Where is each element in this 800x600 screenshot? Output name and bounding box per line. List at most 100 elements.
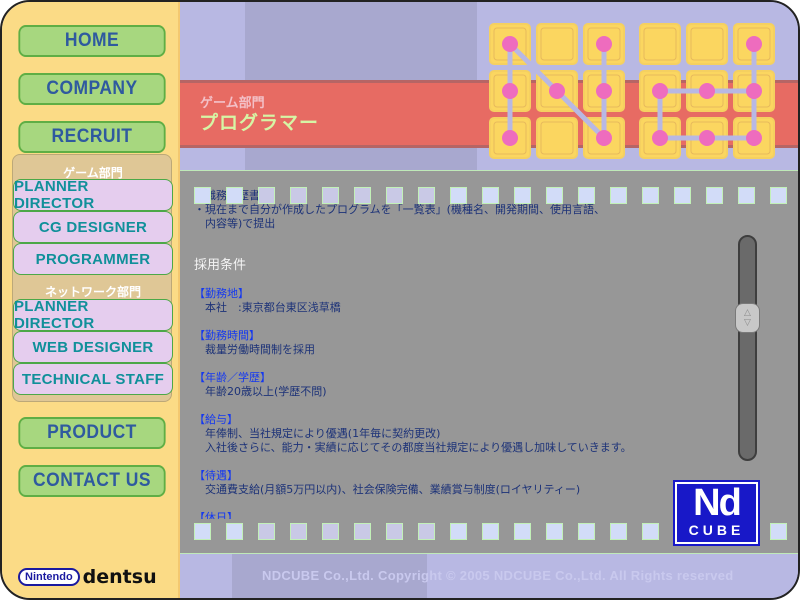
recruit-details-scroll-area[interactable]: ・職務経歴書・現在まで自分が作成したプログラムを「一覧表」(機種名、開発期間、使… <box>194 189 724 519</box>
film-perforation <box>546 523 563 540</box>
content-line <box>194 357 724 371</box>
game-cg-designer-button[interactable]: CG DESIGNER <box>13 211 173 243</box>
content-line: ・現在まで自分が作成したプログラムを「一覧表」(機種名、開発期間、使用言語、 <box>194 203 605 216</box>
section-heading: 【年齢／学歴】 <box>194 371 271 384</box>
film-perforation <box>354 187 371 204</box>
film-perforation <box>770 523 787 540</box>
nav-product-button[interactable]: PRODUCT <box>18 417 166 449</box>
film-perforation <box>290 523 307 540</box>
recruit-submenu: ゲーム部門 PLANNER DIRECTOR CG DESIGNER PROGR… <box>12 154 173 402</box>
logo-cell <box>686 23 728 65</box>
film-perforation <box>354 523 371 540</box>
film-perforation <box>322 523 339 540</box>
nintendo-logo[interactable]: Nintendo <box>18 568 80 586</box>
logo-dot <box>502 130 518 146</box>
section-heading: 【給与】 <box>194 413 238 426</box>
arrow-down-icon: ▽ <box>744 318 751 328</box>
page-frame: HOME COMPANY RECRUIT ゲーム部門 PLANNER DIREC… <box>0 0 800 600</box>
content-line: 年俸制、当社規定により優遇(1年毎に契約更改) <box>194 427 441 440</box>
film-perforation <box>610 187 627 204</box>
logo-dot <box>502 83 518 99</box>
logo-dot <box>652 83 668 99</box>
logo-dot <box>699 83 715 99</box>
content-line <box>194 497 724 511</box>
film-perforation <box>482 187 499 204</box>
film-perforation <box>770 187 787 204</box>
sidebar: HOME COMPANY RECRUIT ゲーム部門 PLANNER DIREC… <box>2 2 180 598</box>
nav-company-button[interactable]: COMPANY <box>18 73 166 105</box>
page-title: プログラマー <box>199 112 320 134</box>
content-line: 交通費支給(月額5万円以内)、社会保険完備、業績賞与制度(ロイヤリティー) <box>194 483 581 496</box>
film-perforation <box>610 523 627 540</box>
game-programmer-button[interactable]: PROGRAMMER <box>13 243 173 275</box>
logo-dot <box>746 130 762 146</box>
content-line: 内容等)で提出 <box>194 217 276 230</box>
nd-dot-grid-logo-icon <box>489 23 775 159</box>
section-heading: 【休日】 <box>194 511 238 519</box>
content-line <box>194 455 724 469</box>
nav-recruit-button[interactable]: RECRUIT <box>18 121 166 153</box>
film-perforation <box>674 187 691 204</box>
film-perforation <box>642 187 659 204</box>
film-perforation <box>546 187 563 204</box>
ndcube-logo-nd: Nd <box>693 482 742 524</box>
ndcube-logo-cube: CUBE <box>688 522 745 538</box>
film-perforation <box>578 523 595 540</box>
film-perforation <box>706 187 723 204</box>
logo-cell <box>536 23 578 65</box>
film-perforation <box>386 187 403 204</box>
network-web-designer-button[interactable]: WEB DESIGNER <box>13 331 173 363</box>
content-panel: ・職務経歴書・現在まで自分が作成したプログラムを「一覧表」(機種名、開発期間、使… <box>180 170 798 554</box>
film-perforation <box>418 523 435 540</box>
logo-dot <box>596 36 612 52</box>
film-perforation <box>258 187 275 204</box>
logo-dot <box>652 130 668 146</box>
network-technical-staff-button[interactable]: TECHNICAL STAFF <box>13 363 173 395</box>
content-line: 裁量労働時間制を採用 <box>194 343 315 356</box>
logo-dot <box>596 130 612 146</box>
section-heading: 【勤務時間】 <box>194 329 260 342</box>
section-heading: 【勤務地】 <box>194 287 249 300</box>
film-perforation <box>642 523 659 540</box>
film-perforation <box>450 523 467 540</box>
section-heading: 【待遇】 <box>194 469 238 482</box>
content-line: 本社 :東京都台東区浅草橋 <box>194 301 341 314</box>
film-perforation <box>514 523 531 540</box>
logo-cell <box>536 117 578 159</box>
film-perforation <box>226 187 243 204</box>
content-line <box>194 245 724 259</box>
logo-cell <box>639 23 681 65</box>
film-perforation <box>226 523 243 540</box>
film-perforation <box>738 187 755 204</box>
logo-dot <box>596 83 612 99</box>
film-perforation <box>322 187 339 204</box>
film-perforation <box>194 187 211 204</box>
film-perforation <box>290 187 307 204</box>
nav-contact-button[interactable]: CONTACT US <box>18 465 166 497</box>
film-perforation <box>514 187 531 204</box>
film-perforation <box>258 523 275 540</box>
logo-dot <box>746 36 762 52</box>
section-title: 採用条件 <box>194 258 247 273</box>
content-line: 入社後さらに、能力・実績に応じてその都度当社規定により優遇し加味していきます。 <box>194 441 632 454</box>
arrow-up-icon: △ <box>744 308 751 318</box>
game-planner-director-button[interactable]: PLANNER DIRECTOR <box>13 178 173 212</box>
content-line <box>194 273 724 287</box>
content-line <box>194 399 724 413</box>
scrollbar-thumb[interactable]: △ ▽ <box>735 303 760 333</box>
logo-dot <box>549 83 565 99</box>
content-line <box>194 315 724 329</box>
footer: NDCUBE Co.,Ltd. Copyright © 2005 NDCUBE … <box>180 554 798 598</box>
scrollbar-track[interactable] <box>738 235 757 461</box>
nav-home-button[interactable]: HOME <box>18 25 166 57</box>
network-planner-director-button[interactable]: PLANNER DIRECTOR <box>13 298 173 332</box>
dentsu-logo[interactable]: dentsu <box>83 567 157 587</box>
content-line <box>194 231 724 245</box>
content-line: 年齢20歳以上(学歴不問) <box>194 385 327 398</box>
film-perforation <box>418 187 435 204</box>
logo-dot <box>502 36 518 52</box>
ndcube-logo: Nd CUBE <box>673 480 760 546</box>
film-perforation <box>578 187 595 204</box>
logo-dot <box>746 83 762 99</box>
film-perforation <box>450 187 467 204</box>
